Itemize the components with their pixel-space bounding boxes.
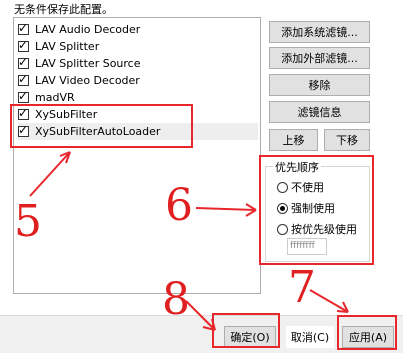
annotation-number-7: 7: [288, 262, 316, 313]
annotation-number-8: 8: [162, 274, 190, 325]
annotation-number-6: 6: [165, 180, 193, 231]
annotation-arrows: [29, 151, 349, 331]
filter-settings-dialog: 无条件保存此配置。 ✓ LAV Audio Decoder ✓ LAV Spli…: [0, 0, 403, 353]
annotation-number-5: 5: [14, 196, 42, 247]
